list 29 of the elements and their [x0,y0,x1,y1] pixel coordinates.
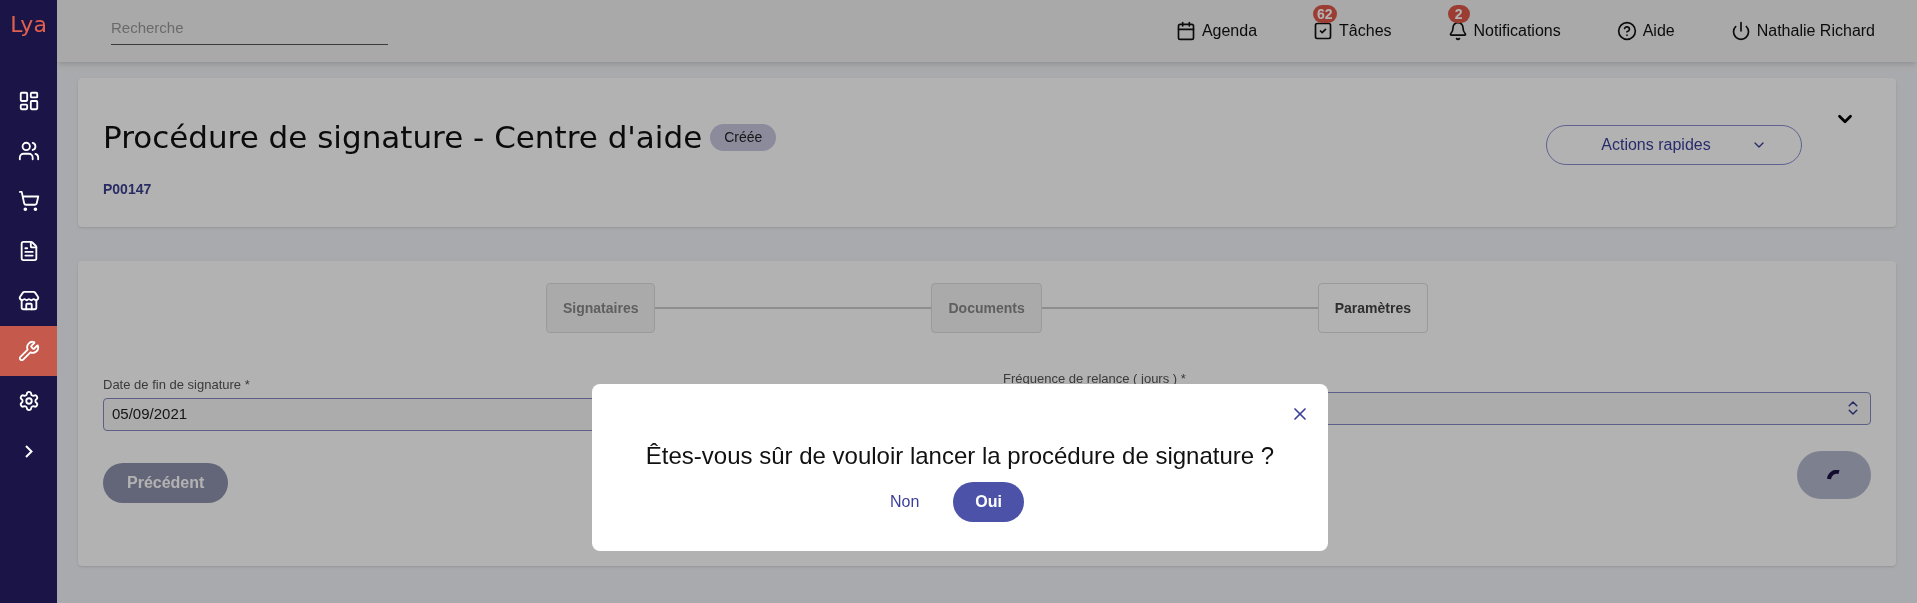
search-field[interactable]: Recherche [111,17,388,45]
count-badge: 2 [1447,5,1470,23]
tools-icon [17,340,40,362]
chevron-right-icon [24,444,33,458]
status-badge: Créée [710,123,777,151]
nav-link[interactable]: Aide [1616,19,1675,43]
help-icon [1616,21,1637,41]
bell-icon [1447,21,1468,41]
field-value: 05/09/2021 [112,403,188,424]
nav-link[interactable]: Agenda [1175,19,1258,43]
cart-icon [17,190,40,212]
cancel-button[interactable]: Non [876,482,934,522]
reference-text: P00147 [103,179,153,199]
field-label: Date de fin de signature * [103,376,250,394]
logo[interactable]: Lya [10,14,47,36]
settings-icon [17,390,40,412]
count-badge: 62 [1313,5,1337,23]
page-title: Procédure de signature - Centre d'aide [103,118,703,157]
power-icon [1730,21,1751,41]
loading-spinner-icon [1827,469,1841,480]
calendar-icon [1175,21,1196,41]
nav-link[interactable]: Nathalie Richard [1730,19,1875,43]
store-icon [17,290,40,312]
users-icon [17,140,40,162]
step-tab[interactable]: Paramètres [1317,283,1428,333]
dashboard-icon [17,90,40,112]
confirm-button[interactable]: Oui [953,482,1024,522]
dialog-message: Êtes-vous sûr de vouloir lancer la procédure de signature ? [645,441,1275,471]
checkbox-icon [1313,21,1334,41]
